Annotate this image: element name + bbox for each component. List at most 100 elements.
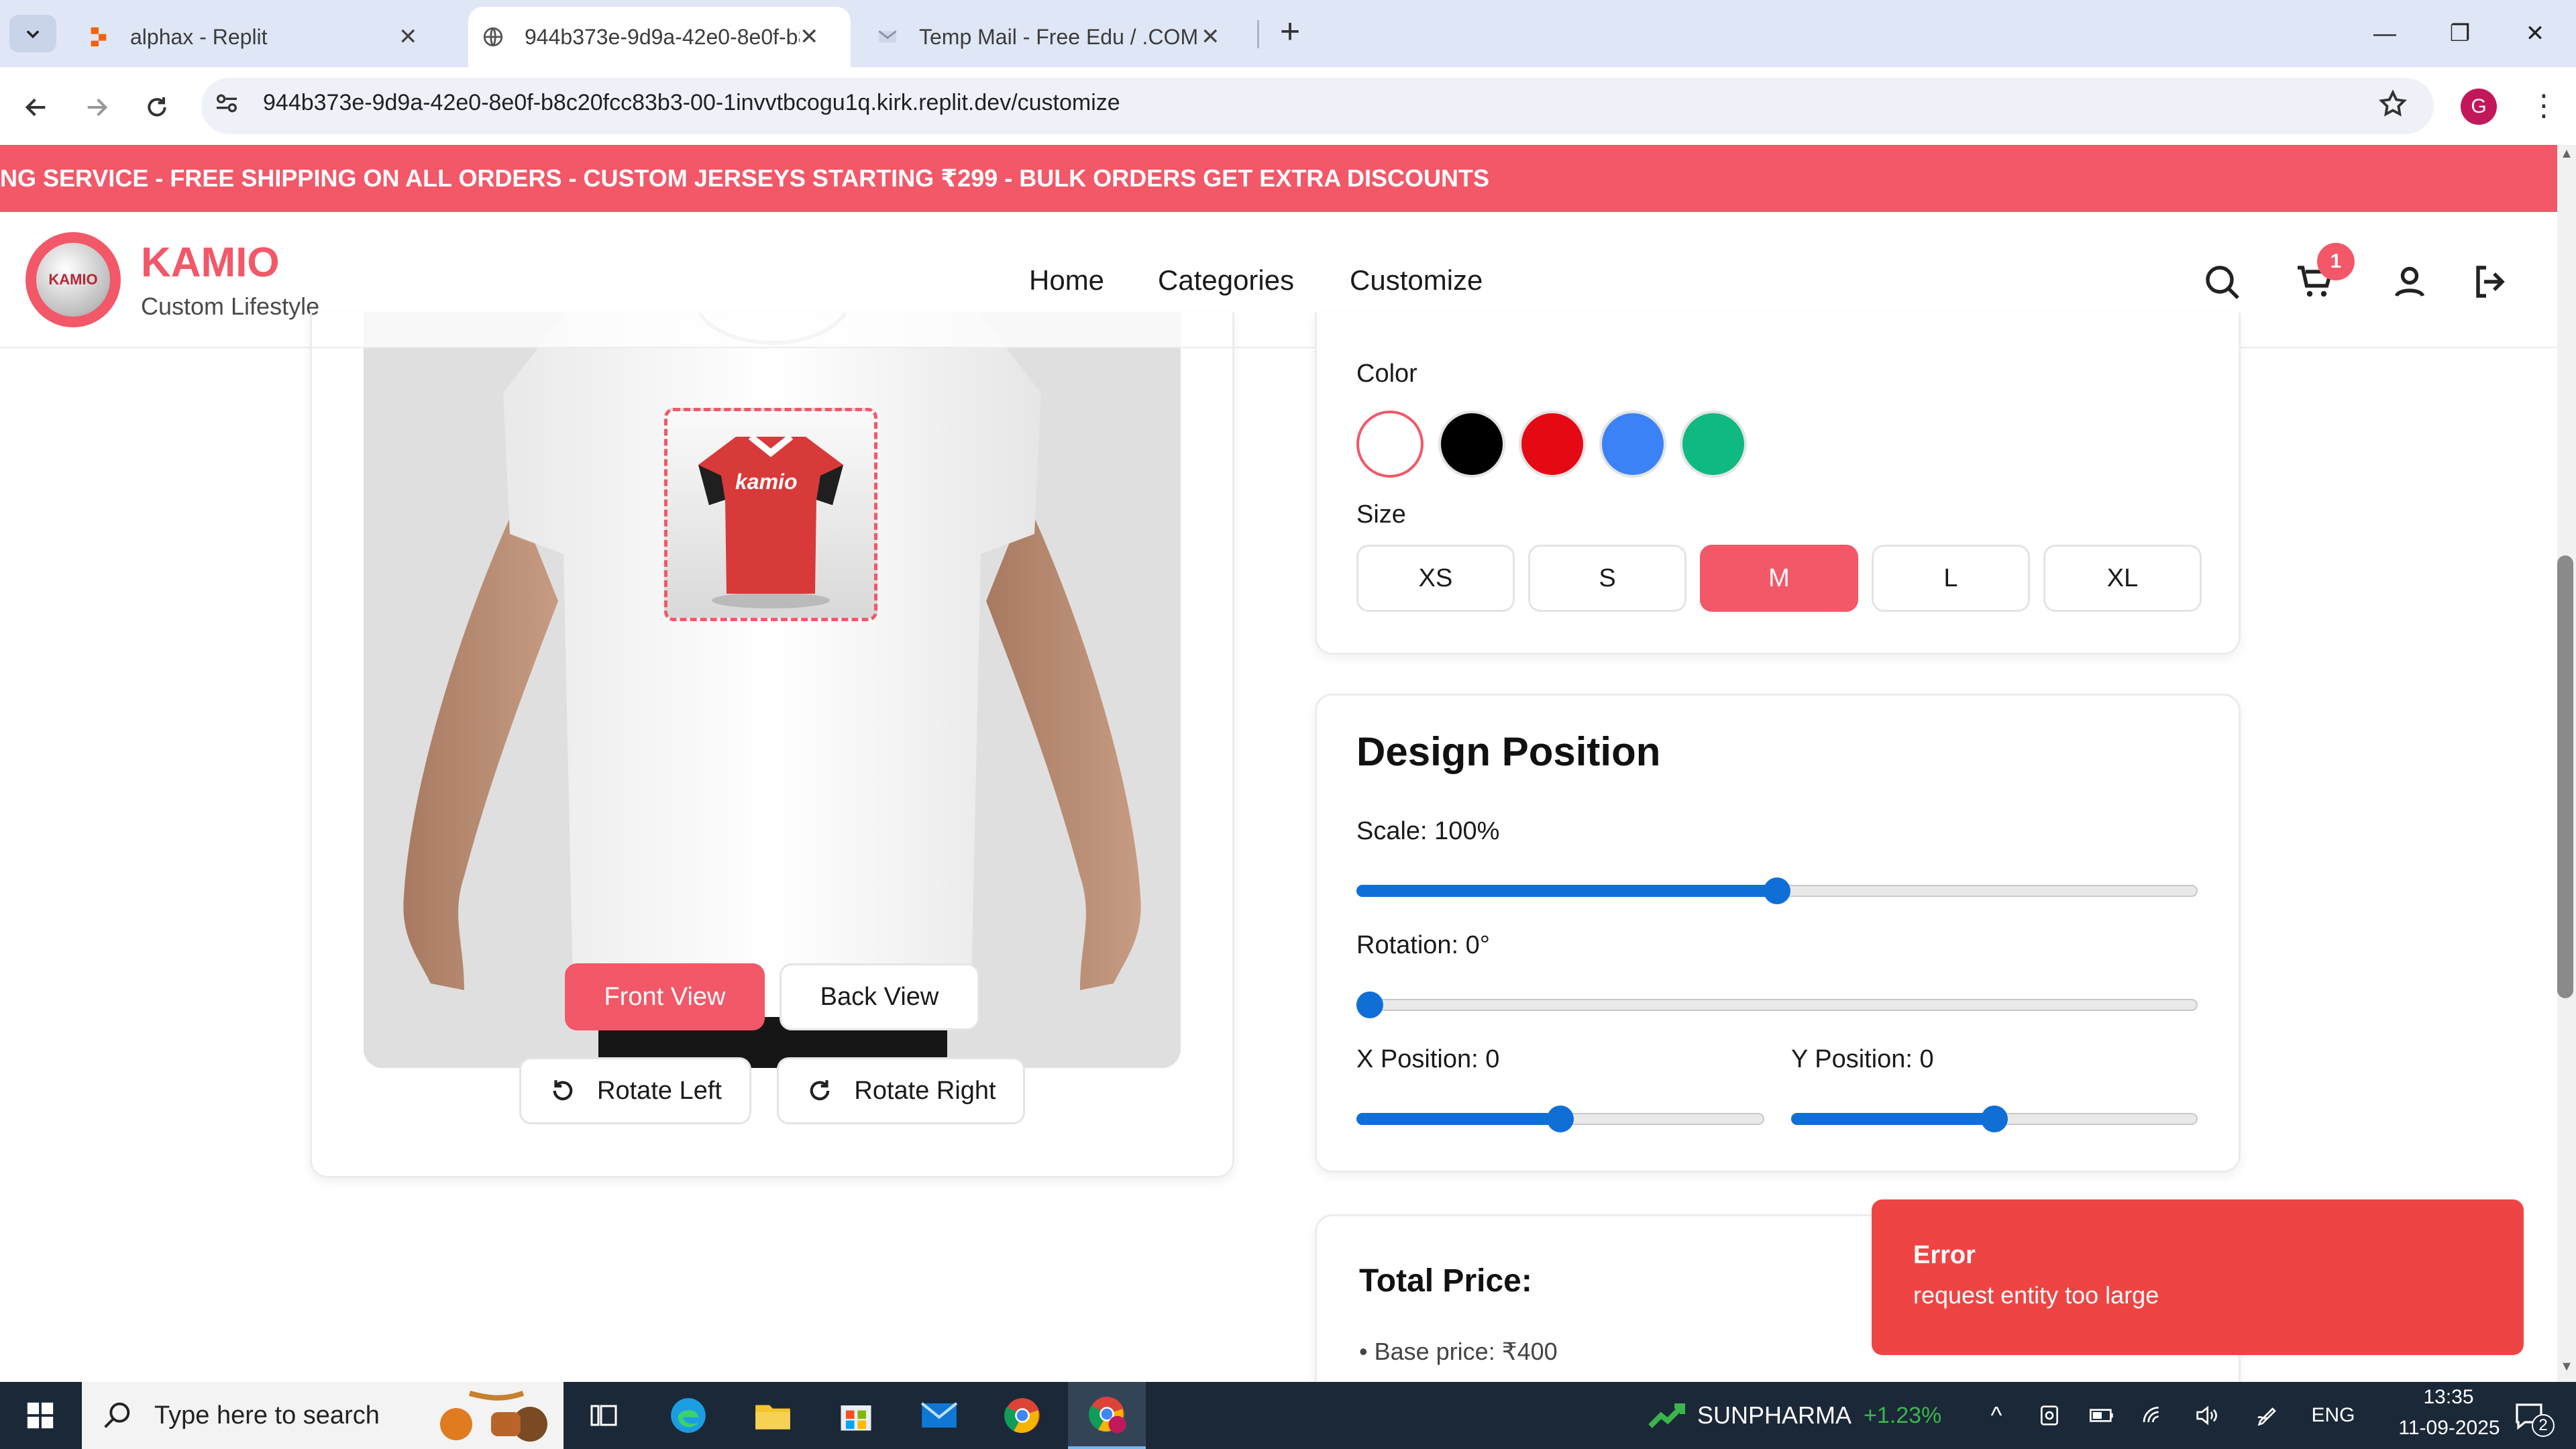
nav-categories[interactable]: Categories (1158, 264, 1294, 297)
logout-icon[interactable] (2466, 258, 2514, 306)
x-position-label: X Position: 0 (1356, 1045, 1500, 1073)
color-swatch-red[interactable] (1519, 411, 1586, 478)
stock-widget[interactable]: SUNPHARMA +1.23% (1648, 1382, 1943, 1449)
url-text: 944b373e-9d9a-42e0-8e0f-b8c20fcc83b3-00-… (263, 90, 1120, 115)
scrollbar-thumb[interactable] (2557, 555, 2573, 998)
minimize-button[interactable]: — (2348, 0, 2422, 67)
size-button-xs[interactable]: XS (1356, 545, 1515, 612)
slider-thumb[interactable] (1981, 1106, 2008, 1132)
slider-thumb[interactable] (1356, 991, 1383, 1018)
notification-center-icon[interactable] (2496, 1382, 2563, 1449)
tab-customize[interactable]: 944b373e-9d9a-42e0-8e0f-b8c ✕ (468, 7, 851, 67)
replit-icon (91, 27, 107, 47)
edge-icon[interactable] (655, 1382, 722, 1449)
size-button-xl[interactable]: XL (2043, 545, 2202, 612)
reload-icon (148, 97, 166, 117)
slider-track (1356, 999, 2198, 1011)
scroll-down-arrow-icon[interactable]: ▼ (2557, 1359, 2576, 1379)
scroll-up-arrow-icon[interactable]: ▲ (2557, 146, 2576, 166)
task-view-icon[interactable] (570, 1382, 637, 1449)
pen-icon[interactable] (2245, 1382, 2292, 1449)
tab-divider (1257, 20, 1259, 48)
tab-temp-mail[interactable]: Temp Mail - Free Edu / .COM Te ✕ (863, 7, 1245, 67)
rotate-right-label: Rotate Right (854, 1076, 996, 1105)
front-view-button[interactable]: Front View (565, 963, 765, 1030)
size-button-l[interactable]: L (1872, 545, 2030, 612)
slider-thumb[interactable] (1764, 877, 1790, 904)
language-indicator[interactable]: ENG (2301, 1382, 2365, 1449)
rotate-left-label: Rotate Left (597, 1076, 722, 1105)
color-swatch-blue[interactable] (1599, 411, 1666, 478)
restore-button[interactable]: ❐ (2423, 0, 2497, 67)
tab-replit[interactable]: alphax - Replit ✕ (74, 7, 456, 67)
mail-icon[interactable] (906, 1382, 973, 1449)
slider-thumb[interactable] (1547, 1106, 1574, 1132)
forward-button[interactable] (75, 86, 118, 129)
meet-now-icon[interactable] (2026, 1382, 2073, 1449)
wifi-icon[interactable] (2131, 1382, 2178, 1449)
back-button[interactable] (15, 86, 58, 129)
close-tab-icon[interactable]: ✕ (398, 23, 418, 50)
rotate-left-button[interactable]: Rotate Left (519, 1057, 751, 1124)
rotation-slider[interactable] (1356, 991, 2198, 1018)
size-label: Size (1356, 500, 1406, 529)
close-tab-icon[interactable]: ✕ (1201, 23, 1220, 50)
y-position-slider[interactable] (1791, 1106, 2198, 1132)
error-toast[interactable] (1872, 1199, 2524, 1355)
toast-message: request entity too large (1913, 1281, 2159, 1309)
tab-title: alphax - Replit (130, 24, 268, 49)
y-position-label: Y Position: 0 (1791, 1045, 1934, 1073)
cart-count-badge: 1 (2317, 243, 2355, 280)
system-tray-chevron-icon[interactable]: ^ (1976, 1382, 2017, 1449)
microsoft-store-icon[interactable] (822, 1382, 890, 1449)
rotate-left-icon (553, 1080, 573, 1101)
rotate-right-icon (810, 1080, 830, 1101)
back-view-button[interactable]: Back View (780, 963, 979, 1030)
close-tab-icon[interactable]: ✕ (800, 23, 819, 50)
profile-avatar[interactable]: G (2461, 89, 2497, 125)
battery-icon[interactable] (2078, 1382, 2125, 1449)
browser-menu-icon[interactable]: ⋮ (2529, 87, 2559, 125)
file-explorer-icon[interactable] (739, 1382, 806, 1449)
tab-search-button[interactable] (9, 15, 56, 52)
scale-slider[interactable] (1356, 877, 2198, 904)
rotate-right-button[interactable]: Rotate Right (777, 1057, 1025, 1124)
site-logo[interactable]: KAMIO (25, 232, 121, 327)
tab-title: Temp Mail - Free Edu / .COM Te (919, 24, 1201, 49)
slider-fill (1791, 1113, 1994, 1125)
x-position-slider[interactable] (1356, 1106, 1764, 1132)
toast-title: Error (1913, 1241, 1976, 1269)
chrome-icon[interactable] (989, 1382, 1056, 1449)
search-icon[interactable] (2198, 258, 2246, 306)
search-highlight-image-icon (440, 1391, 547, 1442)
color-swatch-white[interactable] (1356, 411, 1424, 478)
reload-button[interactable] (136, 86, 178, 129)
promo-banner: NG SERVICE - FREE SHIPPING ON ALL ORDERS… (0, 145, 2557, 212)
size-button-s[interactable]: S (1528, 545, 1686, 612)
new-tab-button[interactable]: + (1268, 9, 1312, 54)
stock-up-icon (1648, 1403, 1685, 1428)
nav-home[interactable]: Home (1029, 264, 1104, 297)
bookmark-star-icon[interactable] (2377, 89, 2412, 123)
color-label: Color (1356, 360, 1417, 388)
color-swatch-black[interactable] (1438, 411, 1505, 478)
brand-name[interactable]: KAMIO (141, 239, 280, 286)
chevron-down-icon (26, 30, 40, 39)
back-arrow-icon (25, 98, 46, 117)
clock-time[interactable]: 13:35 (2388, 1386, 2509, 1409)
slider-fill (1356, 1113, 1560, 1125)
globe-icon (483, 27, 503, 47)
chrome-profile-icon[interactable] (1068, 1382, 1146, 1449)
site-settings-icon[interactable] (213, 90, 246, 122)
stock-name: SUNPHARMA (1697, 1401, 1852, 1429)
user-icon[interactable] (2385, 258, 2434, 306)
close-window-button[interactable]: ✕ (2498, 0, 2572, 67)
logo-text: KAMIO (36, 243, 110, 317)
taskbar-search-box[interactable]: Type here to search (82, 1382, 564, 1449)
nav-customize[interactable]: Customize (1350, 264, 1483, 297)
volume-icon[interactable] (2183, 1382, 2230, 1449)
color-swatch-green[interactable] (1680, 411, 1747, 478)
slider-fill (1356, 885, 1777, 897)
size-button-m[interactable]: M (1700, 545, 1858, 612)
start-button[interactable] (0, 1382, 80, 1449)
